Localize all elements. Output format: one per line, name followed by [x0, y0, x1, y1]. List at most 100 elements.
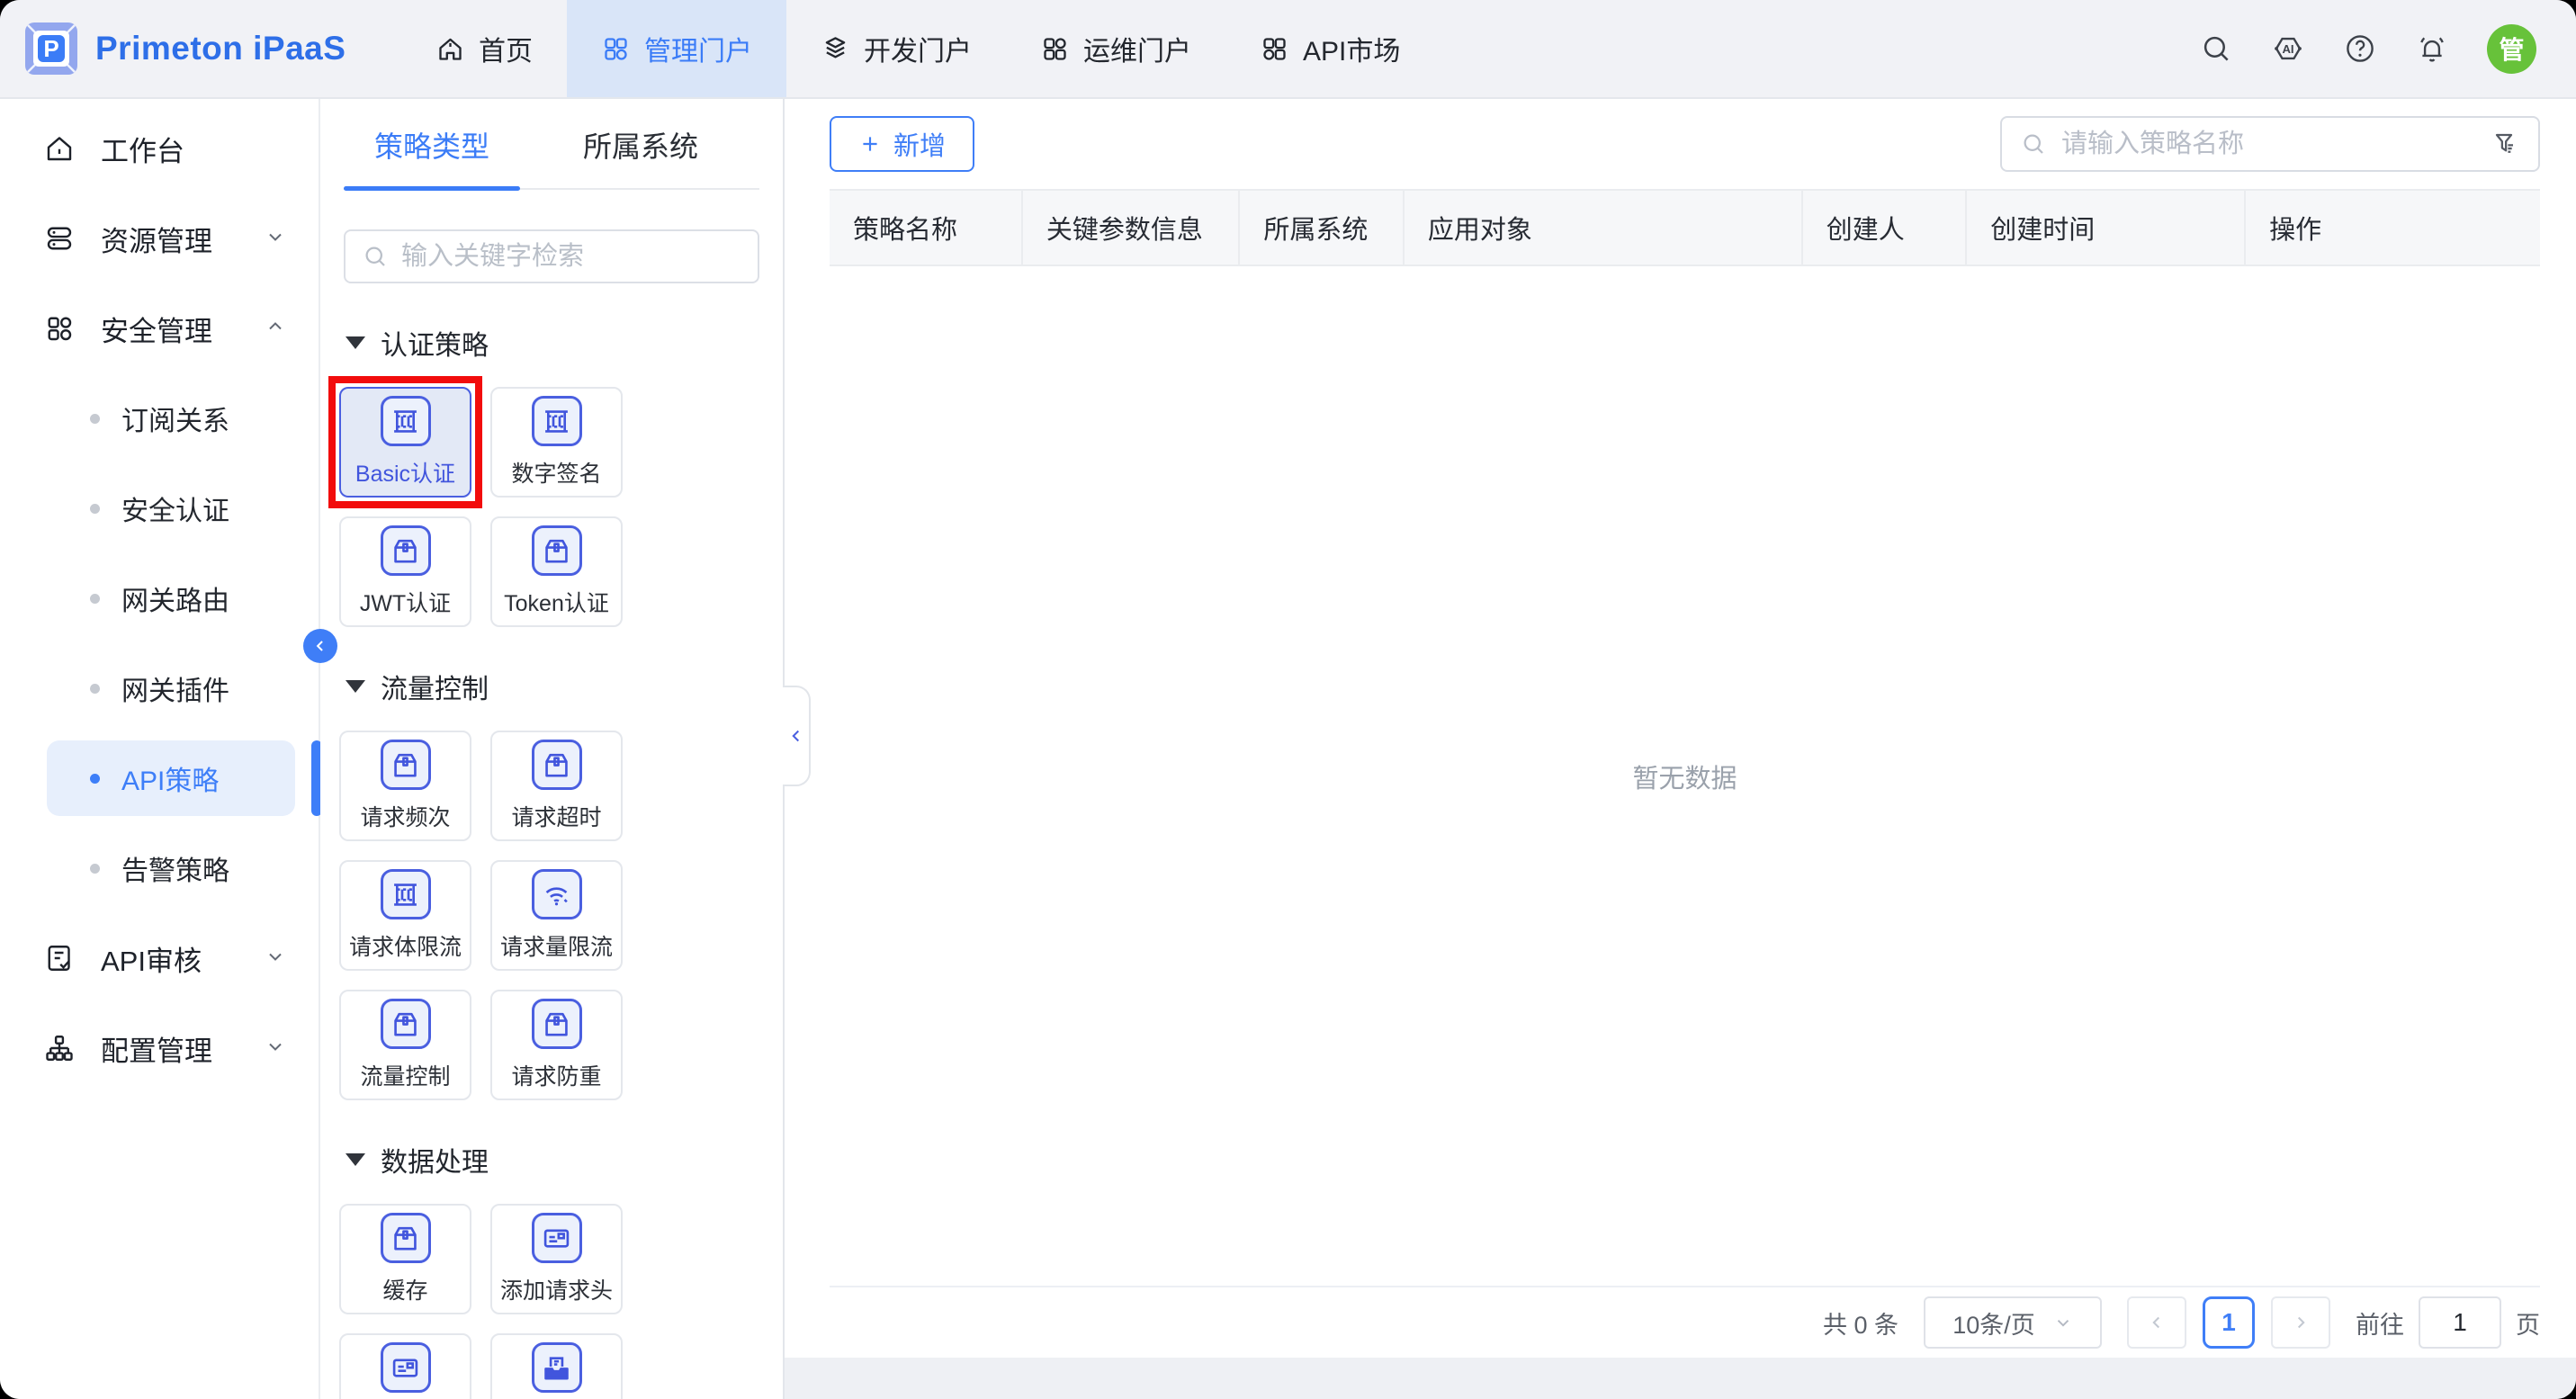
prev-page-button[interactable] [2127, 1296, 2186, 1349]
search-icon [362, 243, 389, 270]
bullet-icon [90, 504, 100, 514]
policy-table: 策略名称 关键参数信息 所属系统 应用对象 创建人 创建时间 操作 暂无数据 共… [830, 189, 2540, 1358]
sidebar-item-resource[interactable]: 资源管理 [0, 193, 319, 283]
server-icon [43, 222, 76, 255]
document-check-icon [43, 942, 76, 974]
triangle-down-icon [346, 1153, 365, 1166]
policy-card-digital-signature[interactable]: 数字签名 [490, 387, 623, 498]
sidebar-item-workbench[interactable]: 工作台 [0, 103, 319, 193]
sidebar-item-gateway-plugins[interactable]: 网关插件 [0, 643, 319, 733]
logo-icon: P [25, 22, 77, 75]
current-page-button[interactable]: 1 [2203, 1296, 2255, 1349]
tab-policy-type[interactable]: 策略类型 [344, 124, 520, 188]
help-icon[interactable] [2343, 31, 2377, 66]
pager: 1 [2127, 1296, 2330, 1349]
policy-search-input[interactable] [2061, 130, 2477, 159]
column-header-owning-system: 所属系统 [1238, 191, 1402, 265]
policy-card-request-timeout[interactable]: 请求超时 [490, 731, 623, 841]
policy-card-request-volume-limit[interactable]: 请求量限流 [490, 860, 623, 971]
wifi-icon [532, 869, 582, 919]
policy-card-jwt-auth[interactable]: JWT认证 [339, 516, 471, 627]
nav-item-api-market[interactable]: API市场 [1225, 0, 1434, 97]
policy-card-request-body-limit[interactable]: 请求体限流 [339, 860, 471, 971]
policy-panel: 策略类型 所属系统 认证策略 Basic认证 [320, 99, 785, 1399]
app-logo: P Primeton iPaaS [0, 0, 320, 97]
bridge-icon [532, 396, 582, 446]
logo-text: Primeton iPaaS [95, 30, 346, 67]
flow-control-cards: 请求频次 请求超时 请求体限流 [339, 731, 765, 1100]
box-icon [381, 740, 431, 790]
column-header-applied-object: 应用对象 [1403, 191, 1801, 265]
column-header-created-time: 创建时间 [1965, 191, 2244, 265]
policy-card-add-request-header[interactable]: 添加请求头 [490, 1204, 623, 1314]
sidebar-collapse-button[interactable] [303, 629, 337, 663]
grid-icon [1040, 34, 1070, 64]
box-icon [381, 1213, 431, 1263]
auth-policy-cards: Basic认证 数字签名 JWT认证 [339, 387, 765, 627]
add-policy-button[interactable]: 新增 [830, 116, 974, 172]
app-window: P Primeton iPaaS 首页 管理门户 开发门户 运维门户 [0, 0, 2576, 1399]
bullet-icon [90, 414, 100, 424]
data-processing-cards: 缓存 添加请求头 添加响应头 [339, 1204, 765, 1399]
sidebar-item-alert-policy[interactable]: 告警策略 [0, 823, 319, 913]
keyword-search-box[interactable] [344, 229, 759, 283]
sidebar-item-security[interactable]: 安全管理 [0, 283, 319, 373]
triangle-down-icon [346, 336, 365, 349]
home-icon [435, 34, 465, 64]
chevron-down-icon [2053, 1313, 2073, 1332]
user-avatar[interactable]: 管 [2487, 24, 2536, 74]
column-header-actions: 操作 [2244, 191, 2540, 265]
search-icon[interactable] [2199, 31, 2233, 66]
top-nav: 首页 管理门户 开发门户 运维门户 API市场 [401, 0, 1434, 97]
section-header-data-processing[interactable]: 数据处理 [346, 1140, 783, 1179]
sidebar-item-gateway-routes[interactable]: 网关路由 [0, 553, 319, 643]
grid-icon [1260, 34, 1289, 64]
ai-assistant-icon[interactable]: AI [2271, 31, 2305, 66]
sidebar-item-config[interactable]: 配置管理 [0, 1003, 319, 1093]
table-header-row: 策略名称 关键参数信息 所属系统 应用对象 创建人 创建时间 操作 [830, 189, 2540, 266]
policy-card-request-frequency[interactable]: 请求频次 [339, 731, 471, 841]
filter-icon[interactable] [2491, 130, 2520, 158]
layers-icon [821, 34, 850, 64]
policy-card-request-dedupe[interactable]: 请求防重 [490, 990, 623, 1100]
total-count: 共 0 条 [1823, 1305, 1898, 1341]
box-icon [532, 999, 582, 1049]
policy-card-header-dedupe[interactable]: 头部去重 [490, 1333, 623, 1399]
sidebar-item-api-review[interactable]: API审核 [0, 913, 319, 1003]
sidebar-item-subscriptions[interactable]: 订阅关系 [0, 373, 319, 463]
bullet-icon [90, 594, 100, 604]
policy-card-add-response-header[interactable]: 添加响应头 [339, 1333, 471, 1399]
column-header-creator: 创建人 [1801, 191, 1965, 265]
nav-item-dev-portal[interactable]: 开发门户 [786, 0, 1006, 97]
bridge-icon [381, 869, 431, 919]
keyword-search-input[interactable] [401, 242, 741, 272]
box-icon [381, 999, 431, 1049]
pagination-bar: 共 0 条 10条/页 1 [830, 1286, 2540, 1358]
panel-collapse-handle[interactable] [783, 686, 811, 786]
sidebar: 工作台 资源管理 安全管理 订阅关系 [0, 99, 320, 1399]
nav-item-ops-portal[interactable]: 运维门户 [1006, 0, 1225, 97]
policy-search-box[interactable] [2000, 116, 2540, 172]
policy-card-token-auth[interactable]: Token认证 [490, 516, 623, 627]
bell-icon[interactable] [2415, 31, 2449, 66]
nav-item-label: 管理门户 [644, 29, 752, 68]
section-header-auth-policy[interactable]: 认证策略 [346, 323, 783, 363]
policy-card-basic-auth[interactable]: Basic认证 [339, 387, 471, 498]
chevron-down-icon [265, 222, 286, 255]
sidebar-item-api-policy[interactable]: API策略 [47, 740, 295, 816]
goto-page: 前往 页 [2356, 1296, 2540, 1349]
nav-item-home[interactable]: 首页 [401, 0, 567, 97]
tab-owning-system[interactable]: 所属系统 [552, 124, 729, 188]
bullet-icon [90, 774, 100, 784]
sidebar-item-security-auth[interactable]: 安全认证 [0, 463, 319, 553]
section-header-flow-control[interactable]: 流量控制 [346, 667, 783, 706]
nav-item-admin-portal[interactable]: 管理门户 [567, 0, 786, 97]
page-size-select[interactable]: 10条/页 [1924, 1296, 2102, 1349]
next-page-button[interactable] [2271, 1296, 2330, 1349]
chevron-down-icon [265, 1032, 286, 1064]
policy-card-cache[interactable]: 缓存 [339, 1204, 471, 1314]
policy-list-card: 新增 策略名称 关键参数信息 [785, 99, 2576, 1358]
chevron-down-icon [265, 942, 286, 974]
policy-card-flow-control[interactable]: 流量控制 [339, 990, 471, 1100]
goto-page-input[interactable] [2419, 1296, 2501, 1349]
